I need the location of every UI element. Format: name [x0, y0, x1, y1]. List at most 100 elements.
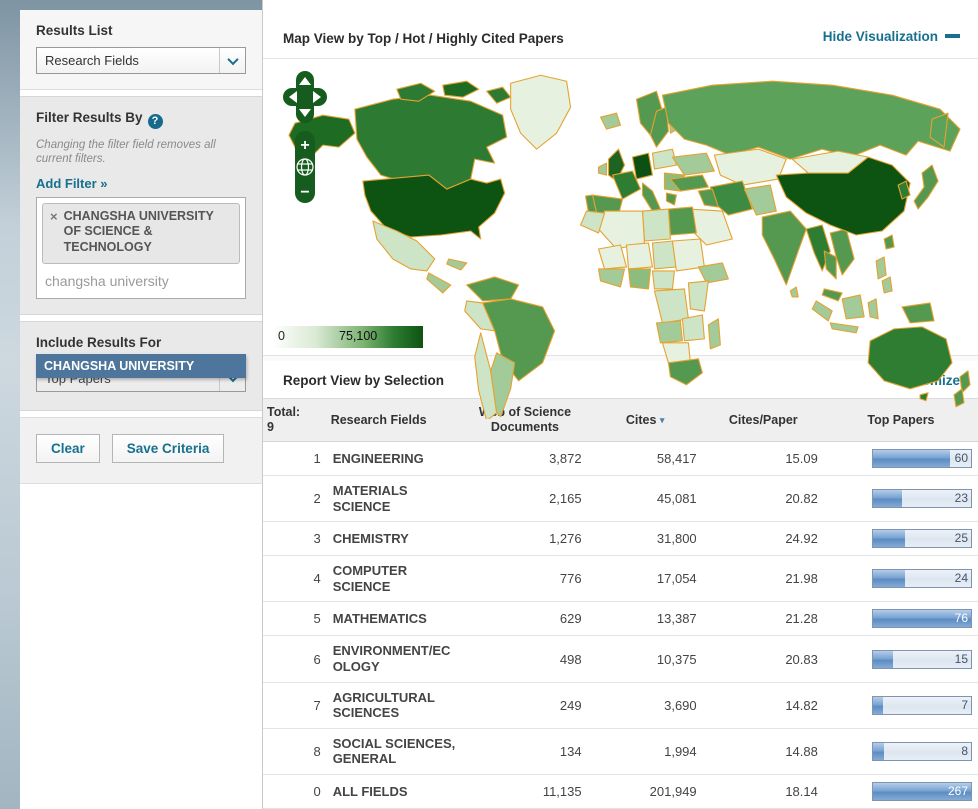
minimize-icon[interactable]: [945, 34, 960, 38]
clear-button[interactable]: Clear: [36, 434, 100, 463]
table-row: 6 ENVIRONMENT/ECOLOGY 498 10,375 20.83 1…: [263, 636, 978, 682]
esi-page: Results List Research Fields Filter Resu…: [0, 0, 978, 809]
top-papers-bar[interactable]: 7: [872, 696, 972, 715]
cites-value: 31,800: [588, 522, 703, 556]
top-papers-cell: 24: [824, 556, 978, 602]
research-field-link[interactable]: ENGINEERING: [327, 442, 463, 476]
top-papers-bar-fill: [873, 450, 950, 467]
top-papers-cell: 23: [824, 476, 978, 522]
top-papers-bar[interactable]: 25: [872, 529, 972, 548]
wos-documents-value: 498: [462, 636, 587, 682]
research-field-link[interactable]: MATHEMATICS: [327, 602, 463, 636]
row-rank: 5: [263, 602, 327, 636]
filter-search-input[interactable]: [42, 264, 240, 293]
results-list-section: Results List Research Fields: [20, 10, 262, 90]
wos-documents-value: 134: [462, 728, 587, 774]
row-rank: 8: [263, 728, 327, 774]
choropleth-legend: 0 75,100: [275, 326, 423, 348]
zoom-in-icon[interactable]: +: [300, 137, 309, 154]
research-field-link[interactable]: AGRICULTURAL SCIENCES: [327, 682, 463, 728]
filter-chip-label: CHANGSHA UNIVERSITY OF SCIENCE & TECHNOL…: [64, 209, 232, 256]
world-map[interactable]: [269, 63, 973, 419]
top-papers-bar[interactable]: 267: [872, 782, 972, 801]
top-papers-bar-fill: [873, 570, 905, 587]
zoom-out-icon[interactable]: −: [300, 184, 309, 201]
table-row: 0 ALL FIELDS 11,135 201,949 18.14 267: [263, 775, 978, 809]
table-row: 2 MATERIALS SCIENCE 2,165 45,081 20.82 2…: [263, 476, 978, 522]
help-icon[interactable]: ?: [148, 114, 163, 129]
top-papers-count: 24: [955, 571, 968, 585]
top-papers-cell: 15: [824, 636, 978, 682]
map-view-header: Map View by Top / Hot / Highly Cited Pap…: [263, 0, 978, 59]
filter-box: × CHANGSHA UNIVERSITY OF SCIENCE & TECHN…: [36, 197, 246, 299]
criteria-buttons-section: Clear Save Criteria: [20, 417, 262, 484]
research-field-link[interactable]: CHEMISTRY: [327, 522, 463, 556]
table-row: 1 ENGINEERING 3,872 58,417 15.09 60: [263, 442, 978, 476]
top-papers-count: 15: [955, 652, 968, 666]
top-papers-count: 23: [955, 491, 968, 505]
include-results-section: Include Results For CHANGSHA UNIVERSITY …: [20, 321, 262, 411]
table-row: 5 MATHEMATICS 629 13,387 21.28 76: [263, 602, 978, 636]
row-rank: 0: [263, 775, 327, 809]
autocomplete-option-highlighted[interactable]: CHANGSHA UNIVERSITY: [36, 354, 246, 378]
top-papers-count: 25: [955, 531, 968, 545]
legend-min-label: 0: [278, 329, 285, 343]
filter-section: Filter Results By? Changing the filter f…: [20, 96, 262, 315]
cites-per-paper-value: 20.82: [703, 476, 824, 522]
remove-filter-icon[interactable]: ×: [50, 209, 58, 256]
cites-per-paper-value: 21.98: [703, 556, 824, 602]
top-papers-bar[interactable]: 24: [872, 569, 972, 588]
research-field-link[interactable]: ENVIRONMENT/ECOLOGY: [327, 636, 463, 682]
add-filter-link[interactable]: Add Filter »: [36, 176, 108, 191]
top-papers-bar[interactable]: 60: [872, 449, 972, 468]
results-list-select-value: Research Fields: [37, 53, 219, 68]
top-papers-bar-fill: [873, 743, 884, 760]
research-field-link[interactable]: COMPUTER SCIENCE: [327, 556, 463, 602]
map-navigation-controls[interactable]: + −: [283, 71, 327, 207]
top-papers-bar-fill: [873, 697, 883, 714]
research-field-link[interactable]: SOCIAL SCIENCES, GENERAL: [327, 728, 463, 774]
sidebar: Results List Research Fields Filter Resu…: [20, 10, 262, 809]
top-papers-bar[interactable]: 15: [872, 650, 972, 669]
table-row: 4 COMPUTER SCIENCE 776 17,054 21.98 24: [263, 556, 978, 602]
cites-value: 17,054: [588, 556, 703, 602]
top-papers-count: 76: [955, 611, 968, 625]
table-row: 7 AGRICULTURAL SCIENCES 249 3,690 14.82 …: [263, 682, 978, 728]
report-table: Total: 9 Research Fields Web of Science …: [263, 398, 978, 809]
row-rank: 2: [263, 476, 327, 522]
wos-documents-value: 249: [462, 682, 587, 728]
left-rail-background: Results List Research Fields Filter Resu…: [0, 0, 262, 809]
cites-per-paper-value: 18.14: [703, 775, 824, 809]
save-criteria-button[interactable]: Save Criteria: [112, 434, 225, 463]
research-field-link[interactable]: MATERIALS SCIENCE: [327, 476, 463, 522]
top-papers-count: 60: [955, 451, 968, 465]
top-papers-count: 8: [961, 744, 968, 758]
include-results-heading: Include Results For: [36, 335, 246, 350]
top-papers-bar-fill: [873, 490, 902, 507]
filter-heading: Filter Results By?: [36, 110, 246, 129]
legend-max-label: 75,100: [339, 329, 377, 343]
row-rank: 6: [263, 636, 327, 682]
wos-documents-value: 11,135: [462, 775, 587, 809]
top-papers-bar-fill: [873, 530, 905, 547]
top-papers-bar[interactable]: 8: [872, 742, 972, 761]
top-papers-bar[interactable]: 23: [872, 489, 972, 508]
research-field-link[interactable]: ALL FIELDS: [327, 775, 463, 809]
cites-value: 45,081: [588, 476, 703, 522]
hide-visualization-link[interactable]: Hide Visualization: [823, 29, 938, 44]
filter-chip: × CHANGSHA UNIVERSITY OF SCIENCE & TECHN…: [42, 203, 240, 264]
top-papers-cell: 76: [824, 602, 978, 636]
filter-note: Changing the filter field removes all cu…: [36, 138, 246, 167]
wos-documents-value: 629: [462, 602, 587, 636]
top-papers-cell: 7: [824, 682, 978, 728]
cites-per-paper-value: 24.92: [703, 522, 824, 556]
cites-per-paper-value: 14.88: [703, 728, 824, 774]
top-papers-bar-fill: [873, 651, 893, 668]
row-rank: 7: [263, 682, 327, 728]
wos-documents-value: 776: [462, 556, 587, 602]
results-list-select[interactable]: Research Fields: [36, 47, 246, 74]
top-papers-bar[interactable]: 76: [872, 609, 972, 628]
cites-value: 1,994: [588, 728, 703, 774]
chevron-down-icon[interactable]: [219, 48, 245, 73]
top-papers-count: 7: [961, 698, 968, 712]
